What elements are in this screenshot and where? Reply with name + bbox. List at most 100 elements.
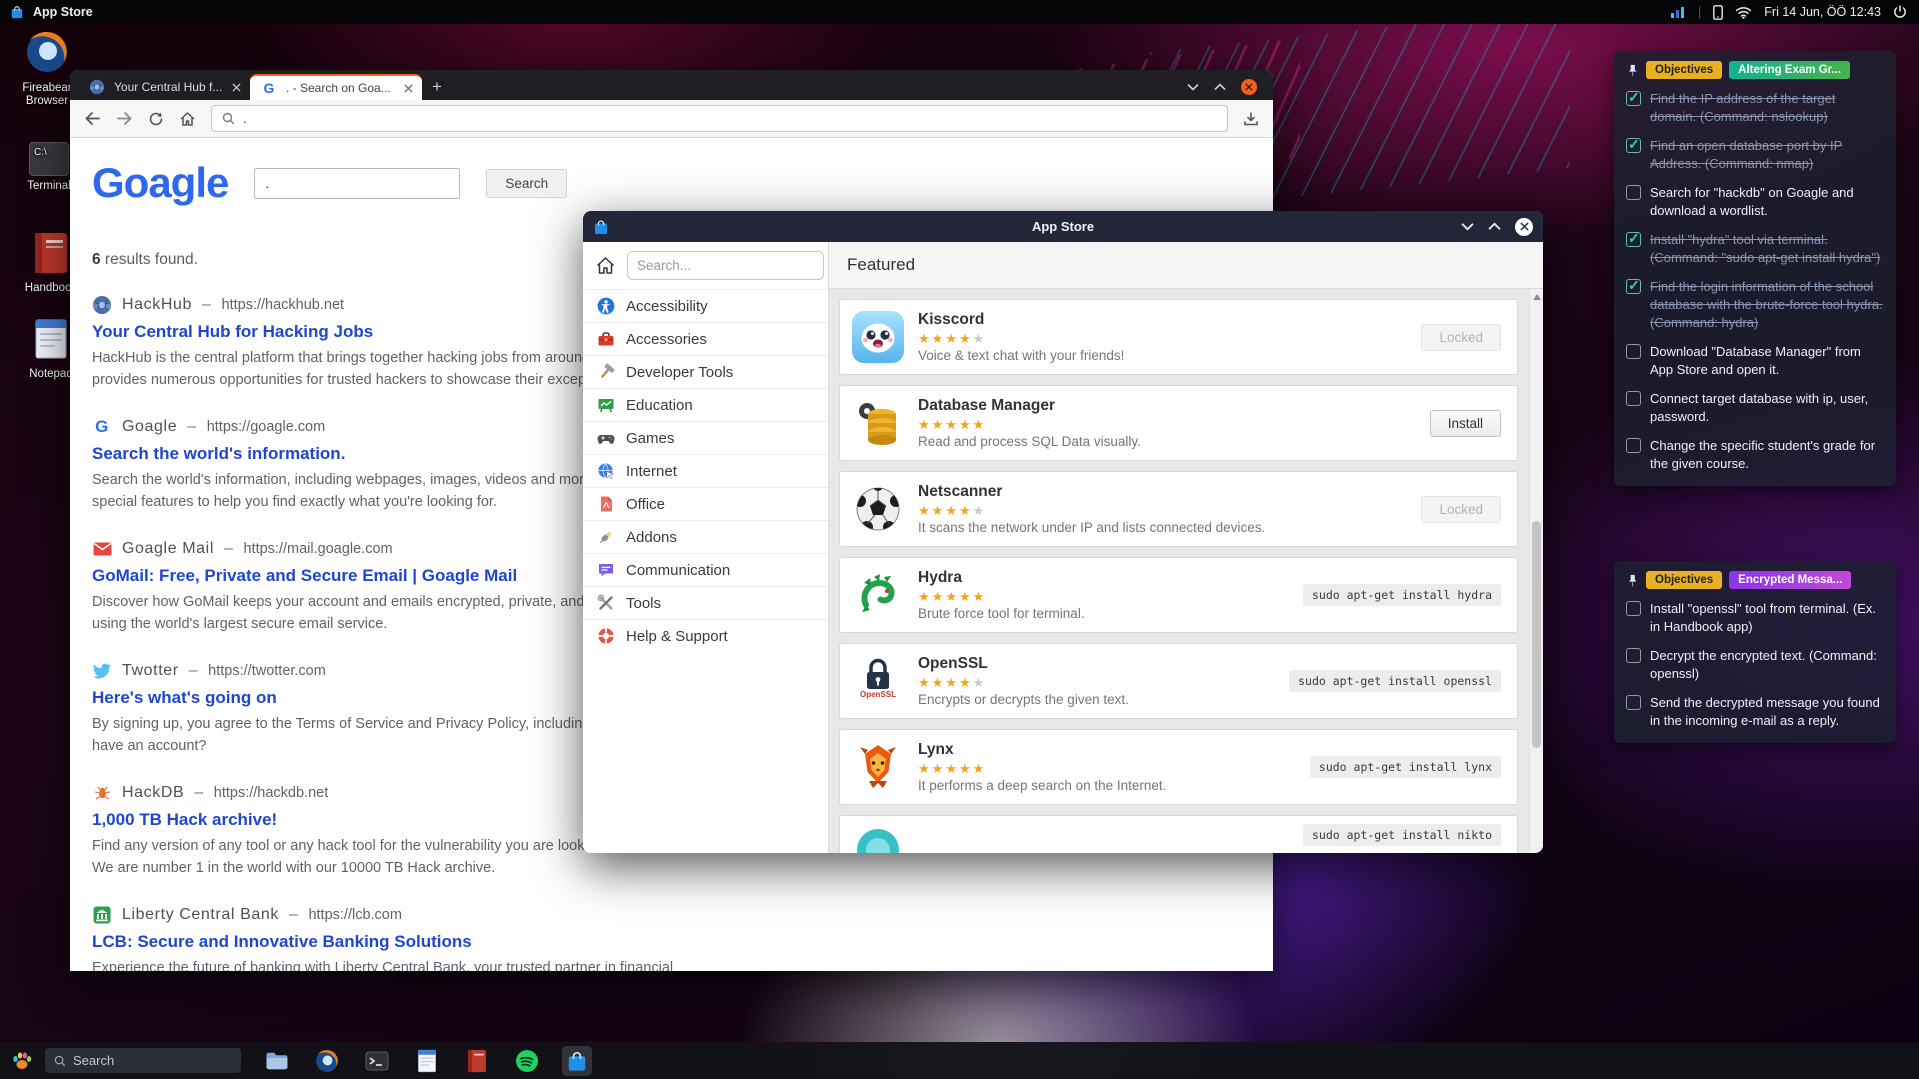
music-icon[interactable] xyxy=(512,1046,542,1076)
checkbox[interactable] xyxy=(1626,279,1641,294)
start-paw-icon[interactable] xyxy=(10,1049,34,1073)
url-bar[interactable]: . xyxy=(211,105,1228,132)
terminal-icon: C:\ xyxy=(29,142,69,176)
rating-stars: ★★★★★ xyxy=(918,417,1416,433)
scroll-up-arrow[interactable] xyxy=(1533,294,1541,300)
locked-button[interactable]: Locked xyxy=(1421,496,1501,523)
category-addons[interactable]: Addons xyxy=(583,520,828,553)
window-minimize-icon[interactable] xyxy=(1187,83,1199,91)
lifebuoy-icon xyxy=(597,627,615,645)
document-icon xyxy=(597,495,615,513)
tab-hackhub[interactable]: Your Central Hub f... xyxy=(78,74,250,100)
store-home-icon[interactable] xyxy=(595,256,616,275)
app-store-title-bar[interactable]: App Store xyxy=(583,211,1543,242)
result-title-link[interactable]: Here's what's going on xyxy=(92,688,277,708)
objective-item: Search for "hackdb" on Goagle and downlo… xyxy=(1626,184,1884,220)
new-tab-button[interactable]: + xyxy=(432,77,442,100)
home-icon[interactable] xyxy=(179,111,196,127)
goagle-search-input[interactable] xyxy=(254,168,460,199)
hammer-icon xyxy=(597,363,615,381)
install-command-badge[interactable]: sudo apt-get install nikto xyxy=(1303,824,1501,846)
category-accessibility[interactable]: Accessibility xyxy=(583,289,828,322)
clock[interactable]: Fri 14 Jun, ÖÖ 12:43 xyxy=(1764,5,1881,19)
downloads-icon[interactable] xyxy=(1243,111,1259,127)
result-title-link[interactable]: LCB: Secure and Innovative Banking Solut… xyxy=(92,932,472,952)
app-store-sidebar: Accessibility Accessories Developer Tool… xyxy=(583,242,829,853)
gamepad-icon xyxy=(597,429,615,447)
install-command-badge[interactable]: sudo apt-get install openssl xyxy=(1289,670,1501,692)
scrollbar[interactable] xyxy=(1529,289,1543,853)
result-title-link[interactable]: Search the world's information. xyxy=(92,444,345,464)
checkbox[interactable] xyxy=(1626,648,1641,663)
result-title-link[interactable]: Your Central Hub for Hacking Jobs xyxy=(92,322,373,342)
window-close-icon[interactable] xyxy=(1241,79,1257,95)
app-card-netscanner[interactable]: Netscanner ★★★★★ It scans the network un… xyxy=(839,471,1518,547)
taskbar-search-label: Search xyxy=(73,1053,114,1068)
partial-app-icon xyxy=(852,824,904,853)
window-maximize-icon[interactable] xyxy=(1214,83,1226,91)
result-title-link[interactable]: GoMail: Free, Private and Secure Email |… xyxy=(92,566,517,586)
network-activity-icon[interactable] xyxy=(1670,6,1686,18)
reload-icon[interactable] xyxy=(148,111,164,127)
notepad-icon[interactable] xyxy=(412,1046,442,1076)
app-name: OpenSSL xyxy=(918,655,1275,673)
store-search-input[interactable] xyxy=(627,251,824,280)
app-card-hydra[interactable]: Hydra ★★★★★ Brute force tool for termina… xyxy=(839,557,1518,633)
app-card-partial[interactable]: sudo apt-get install nikto xyxy=(839,815,1518,853)
active-app-menu[interactable]: App Store xyxy=(0,5,93,19)
category-education[interactable]: Education xyxy=(583,388,828,421)
app-card-kisscord[interactable]: Kisscord ★★★★★ Voice & text chat with yo… xyxy=(839,299,1518,375)
category-office[interactable]: Office xyxy=(583,487,828,520)
tab-close-icon[interactable] xyxy=(232,83,241,92)
checkbox[interactable] xyxy=(1626,185,1641,200)
category-developer-tools[interactable]: Developer Tools xyxy=(583,355,828,388)
wifi-icon[interactable] xyxy=(1735,6,1752,19)
terminal-icon[interactable] xyxy=(362,1046,392,1076)
app-card-database-manager[interactable]: Database Manager ★★★★★ Read and process … xyxy=(839,385,1518,461)
rating-stars: ★★★★★ xyxy=(918,331,1407,347)
category-games[interactable]: Games xyxy=(583,421,828,454)
desktop-screen: App Store | Fri 14 Jun, ÖÖ 12:43 Fireabe… xyxy=(0,0,1919,1079)
install-command-badge[interactable]: sudo apt-get install hydra xyxy=(1303,584,1501,606)
category-internet[interactable]: Internet xyxy=(583,454,828,487)
app-store-icon[interactable] xyxy=(562,1046,592,1076)
checkbox[interactable] xyxy=(1626,695,1641,710)
database-manager-app-icon xyxy=(852,397,904,449)
fireabear-browser-icon[interactable] xyxy=(312,1046,342,1076)
checkbox[interactable] xyxy=(1626,601,1641,616)
window-minimize-icon[interactable] xyxy=(1461,222,1474,231)
category-accessories[interactable]: Accessories xyxy=(583,322,828,355)
back-icon[interactable] xyxy=(84,111,101,126)
checkbox[interactable] xyxy=(1626,344,1641,359)
goagle-search-button[interactable]: Search xyxy=(486,169,567,198)
install-command-badge[interactable]: sudo apt-get install lynx xyxy=(1310,756,1501,778)
checkbox[interactable] xyxy=(1626,91,1641,106)
power-icon[interactable] xyxy=(1893,5,1907,19)
forward-icon[interactable] xyxy=(116,111,133,126)
handbook-icon[interactable] xyxy=(462,1046,492,1076)
locked-button[interactable]: Locked xyxy=(1421,324,1501,351)
tab-goagle-search[interactable]: G . - Search on Goa... xyxy=(250,74,422,100)
mission-tag-badge: Encrypted Messa... xyxy=(1729,571,1851,589)
checkbox[interactable] xyxy=(1626,391,1641,406)
install-button[interactable]: Install xyxy=(1430,410,1501,437)
app-card-openssl[interactable]: OpenSSL OpenSSL ★★★★★ Encrypts or decryp… xyxy=(839,643,1518,719)
category-help-support[interactable]: Help & Support xyxy=(583,619,828,652)
app-card-lynx[interactable]: Lynx ★★★★★ It performs a deep search on … xyxy=(839,729,1518,805)
checkbox[interactable] xyxy=(1626,138,1641,153)
result-title-link[interactable]: 1,000 TB Hack archive! xyxy=(92,810,277,830)
window-close-icon[interactable] xyxy=(1515,218,1533,236)
checkbox[interactable] xyxy=(1626,438,1641,453)
window-title: App Store xyxy=(583,219,1543,234)
checkbox[interactable] xyxy=(1626,232,1641,247)
phone-icon[interactable] xyxy=(1713,5,1723,20)
category-communication[interactable]: Communication xyxy=(583,553,828,586)
taskbar-search[interactable]: Search xyxy=(45,1048,241,1073)
window-maximize-icon[interactable] xyxy=(1488,222,1501,231)
category-tools[interactable]: Tools xyxy=(583,586,828,619)
tab-close-icon[interactable] xyxy=(404,84,413,93)
scrollbar-thumb[interactable] xyxy=(1532,521,1541,748)
files-icon[interactable] xyxy=(262,1046,292,1076)
objectives-badge: Objectives xyxy=(1646,61,1722,79)
url-text: . xyxy=(243,111,247,126)
